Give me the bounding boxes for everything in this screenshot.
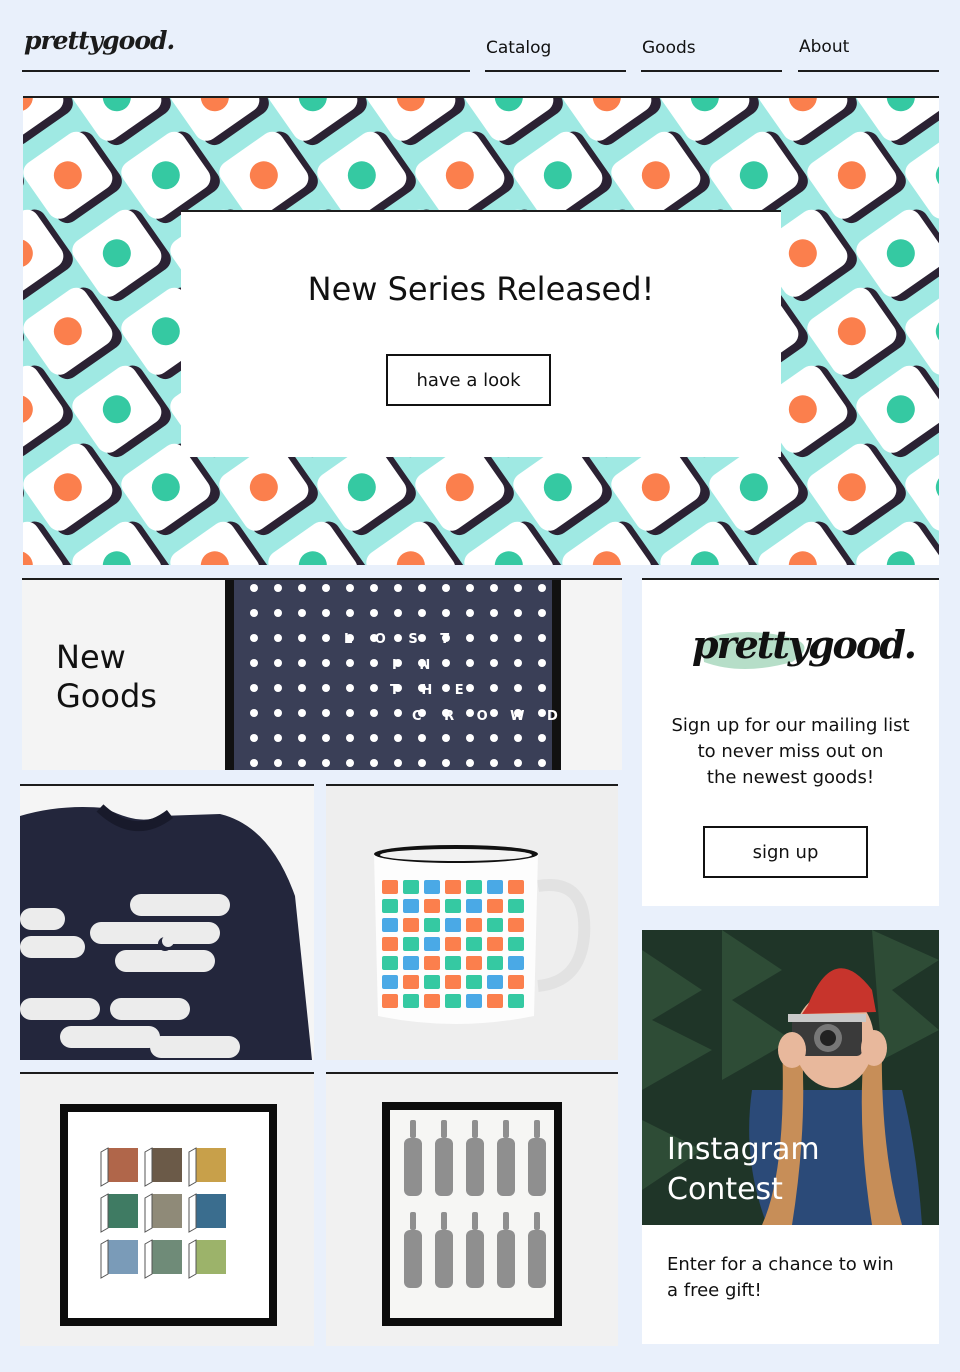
mailing-list-text: Sign up for our mailing list to never mi…: [642, 713, 939, 791]
nav-goods[interactable]: Goods: [642, 38, 696, 58]
nav-about-underline: [798, 70, 939, 72]
bottles-print-card[interactable]: [326, 1072, 618, 1346]
instagram-text-line2: a free gift!: [667, 1280, 762, 1301]
poster-word-lost: L O S T: [344, 632, 459, 647]
mailing-text-line3: the newest goods!: [706, 767, 875, 788]
have-a-look-button[interactable]: have a look: [386, 354, 551, 406]
instagram-text-line1: Enter for a chance to win: [667, 1254, 894, 1275]
nav-goods-underline: [641, 70, 782, 72]
doors-print-image: [60, 1104, 277, 1326]
mug-product-card[interactable]: [326, 784, 618, 1060]
mailing-text-line2: to never miss out on: [697, 741, 884, 762]
instagram-description: Enter for a chance to win a free gift!: [667, 1252, 894, 1304]
poster-word-crowd: C R O W D: [412, 709, 567, 724]
hero-title: New Series Released!: [307, 270, 655, 308]
nav-catalog-underline: [485, 70, 626, 72]
poster-word-the: T H E: [390, 683, 473, 698]
mailing-logo: prettygood.: [692, 622, 917, 667]
header-divider-left: [22, 70, 470, 72]
bottles-print-image: [382, 1102, 562, 1326]
instagram-overlay-line1: Instagram: [667, 1132, 820, 1167]
hero-content-box: New Series Released! have a look: [181, 210, 781, 457]
sweater-image: [20, 804, 312, 1060]
new-goods-title-line1: New: [56, 638, 126, 676]
doors-print-card[interactable]: [20, 1072, 314, 1346]
sweater-product-card[interactable]: [20, 784, 314, 1060]
instagram-overlay-line2: Contest: [667, 1172, 783, 1207]
mailing-text-line1: Sign up for our mailing list: [671, 715, 910, 736]
nav-about[interactable]: About: [799, 37, 849, 57]
nav-catalog[interactable]: Catalog: [486, 38, 551, 58]
new-goods-card[interactable]: New Goods L O S T I N T H E C R O W D: [22, 578, 622, 770]
new-goods-title-line2: Goods: [56, 677, 157, 715]
sign-up-button[interactable]: sign up: [703, 826, 868, 878]
poster-word-in: I N: [392, 658, 440, 673]
new-goods-title: New Goods: [56, 638, 157, 716]
instagram-contest-card[interactable]: Instagram Contest Enter for a chance to …: [642, 930, 939, 1344]
mug-image: [374, 845, 591, 1024]
logo[interactable]: prettygood.: [24, 26, 175, 55]
instagram-overlay-title: Instagram Contest: [667, 1130, 820, 1210]
mailing-list-card: prettygood. Sign up for our mailing list…: [642, 578, 939, 906]
hero-banner: New Series Released! have a look: [23, 96, 939, 565]
